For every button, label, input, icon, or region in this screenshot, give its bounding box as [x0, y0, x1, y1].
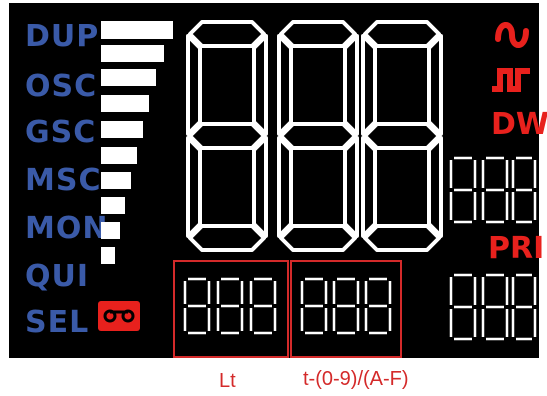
mode-label-dup: DUP	[25, 19, 100, 54]
t-range-digit	[300, 277, 328, 335]
level-bar	[101, 95, 149, 112]
main-digit-1	[186, 20, 268, 252]
mode-label-qui: QUI	[25, 259, 90, 294]
t-range-caption: t-(0-9)/(A-F)	[303, 368, 409, 390]
t-range-digit	[364, 277, 392, 335]
level-bar	[101, 69, 156, 86]
lt-digit	[183, 277, 211, 335]
main-digit-3	[361, 20, 443, 252]
lt-digit	[249, 277, 277, 335]
lcd-panel: DUP OSC GSC MSC MON QUI SEL DW PRI	[9, 3, 547, 358]
level-bar	[101, 172, 131, 189]
mode-label-osc: OSC	[25, 69, 98, 104]
dw-digit	[449, 156, 477, 224]
lt-digit	[216, 277, 244, 335]
pri-label: PRI	[488, 231, 545, 266]
level-bar	[101, 121, 143, 138]
pri-digit	[481, 273, 509, 341]
cassette-tape-icon	[98, 301, 140, 331]
pri-digit	[449, 273, 477, 341]
pri-digit	[511, 273, 537, 341]
t-range-digit	[332, 277, 360, 335]
dw-label: DW	[491, 107, 547, 142]
mode-label-sel: SEL	[25, 305, 90, 340]
level-bar	[101, 45, 164, 62]
lt-caption: Lt	[219, 370, 236, 392]
level-bar	[101, 222, 120, 239]
sine-wave-icon	[495, 22, 529, 48]
level-bar	[101, 247, 115, 264]
square-wave-icon	[492, 68, 530, 92]
mode-label-gsc: GSC	[25, 115, 97, 150]
mode-label-msc: MSC	[25, 163, 102, 198]
dw-digit	[481, 156, 509, 224]
main-digit-2	[277, 20, 359, 252]
dw-digit	[511, 156, 537, 224]
level-bar	[101, 147, 137, 164]
mode-label-mon: MON	[25, 211, 109, 246]
level-bar	[101, 21, 173, 39]
level-bar	[101, 197, 125, 214]
